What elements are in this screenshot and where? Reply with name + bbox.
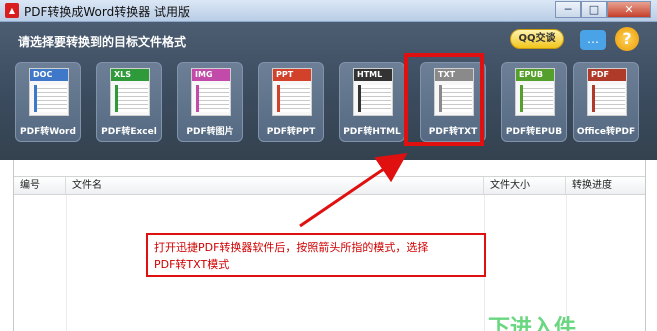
watermark: 下进入件 [488,316,577,331]
annotation-callout: 打开迅捷PDF转换器软件后，按照箭头所指的模式，选择 PDF转TXT模式 [146,233,486,277]
annotation-arrow-layer [299,152,408,228]
annotation-line-1: 打开迅捷PDF转换器软件后，按照箭头所指的模式，选择 [154,241,429,254]
app-window: ▲ PDF转换成Word转换器 试用版 ─ □ ✕ 请选择要转换到的目标文件格式… [0,0,657,331]
annotation-line-2: PDF转TXT模式 [154,258,230,271]
annotation-arrow [299,152,408,228]
